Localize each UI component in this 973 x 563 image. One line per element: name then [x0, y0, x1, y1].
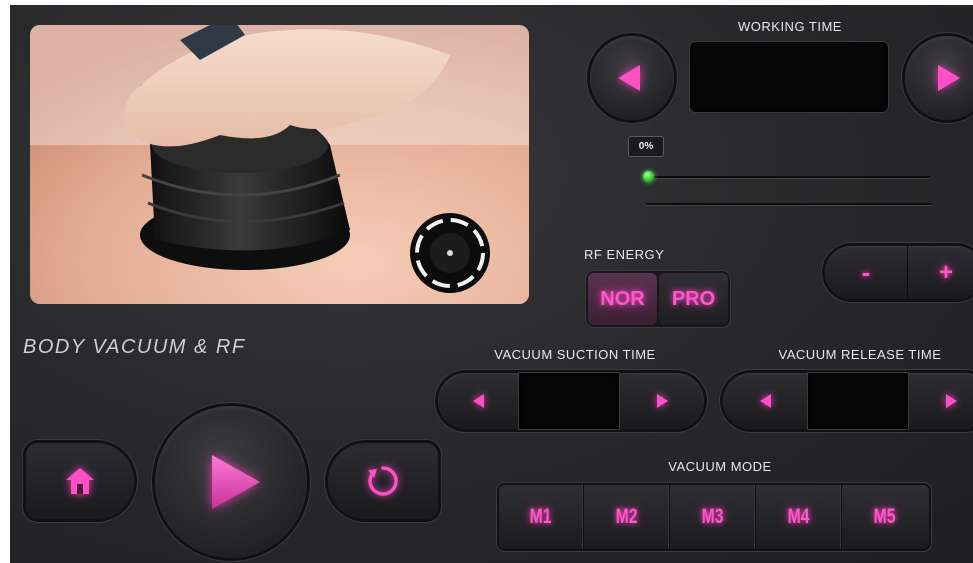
vacuum-release-increase-button[interactable]: [909, 373, 973, 429]
vacuum-mode-m3-label: M3: [702, 505, 724, 528]
vacuum-mode-m4-label: M4: [788, 505, 810, 528]
vacuum-mode-m1-label: M1: [530, 505, 552, 528]
vacuum-mode-m3-button[interactable]: M3: [671, 485, 756, 549]
progress-indicator[interactable]: [643, 171, 654, 182]
progress-track: [646, 176, 930, 178]
triangle-right-icon: [938, 65, 960, 91]
working-time-display: [690, 42, 888, 112]
working-time-decrease-button[interactable]: [590, 36, 674, 120]
triangle-right-icon: [656, 394, 668, 408]
triangle-left-icon: [618, 65, 640, 91]
vacuum-mode-m5-button[interactable]: M5: [843, 485, 927, 549]
refresh-icon: [368, 466, 398, 496]
home-button[interactable]: [26, 443, 134, 519]
vacuum-release-display: [808, 373, 908, 429]
triangle-left-icon: [472, 394, 484, 408]
rf-energy-nor-button[interactable]: NOR: [588, 273, 657, 325]
working-time-increase-button[interactable]: [905, 36, 973, 120]
play-icon: [212, 455, 260, 509]
vacuum-mode-m2-label: M2: [616, 505, 638, 528]
vacuum-mode-m4-button[interactable]: M4: [757, 485, 842, 549]
rf-energy-toggle: NOR PRO: [586, 271, 730, 327]
progress-percent-tag: 0%: [628, 136, 664, 157]
vacuum-release-time-control: [723, 373, 973, 429]
rf-energy-pro-button[interactable]: PRO: [659, 273, 728, 325]
minus-icon: -: [861, 257, 871, 287]
level-plus-button[interactable]: +: [909, 246, 973, 299]
treatment-photo: [30, 25, 529, 304]
vacuum-suction-increase-button[interactable]: [620, 373, 704, 429]
rf-energy-pro-label: PRO: [671, 287, 716, 310]
triangle-right-icon: [945, 394, 957, 408]
vacuum-suction-display: [519, 373, 619, 429]
vacuum-mode-m2-button[interactable]: M2: [585, 485, 670, 549]
level-adjust-control: - +: [825, 246, 973, 299]
vacuum-suction-decrease-button[interactable]: [438, 373, 519, 429]
vacuum-release-time-label: VACUUM RELEASE TIME: [778, 347, 942, 362]
vacuum-suction-time-label: VACUUM SUCTION TIME: [494, 347, 656, 362]
level-minus-button[interactable]: -: [825, 246, 908, 299]
home-icon: [66, 468, 94, 494]
app-title: BODY VACUUM & RF: [23, 336, 246, 358]
working-time-label: WORKING TIME: [738, 19, 842, 34]
vacuum-mode-selector: M1 M2 M3 M4 M5: [499, 485, 929, 549]
vacuum-suction-time-control: [438, 373, 704, 429]
reset-button[interactable]: [328, 443, 438, 519]
plus-icon: +: [938, 258, 953, 286]
rf-energy-label: RF ENERGY: [584, 247, 665, 262]
play-button[interactable]: [155, 406, 307, 558]
control-panel: BODY VACUUM & RF WORKING TIME 0% RF ENER…: [10, 5, 973, 563]
vacuum-release-decrease-button[interactable]: [723, 373, 808, 429]
vacuum-mode-m5-label: M5: [874, 505, 896, 528]
progress-percent-text: 0%: [638, 141, 654, 152]
rf-energy-nor-label: NOR: [600, 287, 645, 310]
vacuum-mode-m1-button[interactable]: M1: [499, 485, 584, 549]
progress-track-secondary: [646, 203, 932, 205]
vacuum-mode-label: VACUUM MODE: [668, 459, 772, 474]
triangle-left-icon: [759, 394, 771, 408]
